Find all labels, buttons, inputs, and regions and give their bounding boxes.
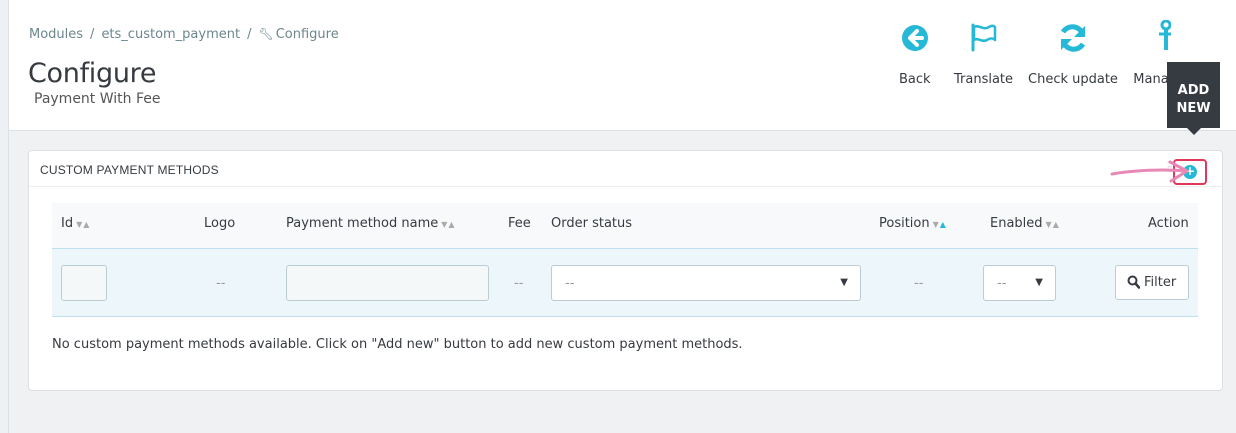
page-title: Configure (28, 58, 157, 89)
column-logo-label: Logo (204, 216, 236, 231)
column-order-status: Order status (551, 216, 632, 231)
sort-icon[interactable]: ▼▲ (76, 220, 90, 229)
column-position[interactable]: Position ▼▲ (879, 216, 947, 231)
column-order-status-label: Order status (551, 216, 633, 231)
panel-title: CUSTOM PAYMENT METHODS (40, 163, 219, 177)
sort-icon[interactable]: ▼▲ (1046, 220, 1060, 229)
id-filter-input[interactable] (61, 265, 107, 301)
circle-arrow-left-icon (899, 20, 931, 64)
chevron-down-icon: ▼ (840, 277, 848, 288)
refresh-icon (1028, 20, 1118, 64)
enabled-value: -- (997, 276, 1007, 291)
position-filter-placeholder: -- (914, 276, 924, 291)
breadcrumb-separator: / (90, 27, 95, 42)
filter-button[interactable]: Filter (1115, 265, 1189, 300)
translate-label: Translate (954, 72, 1014, 87)
empty-table-message: No custom payment methods available. Cli… (52, 337, 743, 352)
manage-hooks-label: Mana (1133, 72, 1169, 87)
back-button[interactable]: Back (899, 20, 931, 87)
column-enabled[interactable]: Enabled ▼▲ (990, 216, 1060, 231)
order-status-value: -- (565, 276, 575, 291)
enabled-select[interactable]: -- ▼ (983, 265, 1056, 301)
breadcrumb-modules[interactable]: Modules (29, 27, 83, 42)
add-new-tooltip: ADD NEW (1167, 62, 1220, 135)
translate-button[interactable]: Translate (954, 20, 1013, 87)
check-update-button[interactable]: Check update (1028, 20, 1118, 87)
wrench-icon: 🔧︎ (258, 27, 274, 41)
breadcrumb-module-name[interactable]: ets_custom_payment (101, 27, 240, 42)
column-id-label: Id (61, 216, 74, 231)
order-status-select[interactable]: -- ▼ (551, 265, 861, 301)
manage-hooks-button[interactable]: Mana (1131, 19, 1172, 87)
column-enabled-label: Enabled (990, 216, 1043, 231)
logo-filter-placeholder: -- (216, 276, 226, 291)
column-fee-label: Fee (508, 216, 531, 231)
sort-icon[interactable]: ▼▲ (441, 220, 455, 229)
table-header: Id ▼▲ Logo Payment method name ▼▲ Fee Orde… (52, 203, 1198, 248)
search-icon (1127, 275, 1141, 293)
column-action: Action (1148, 216, 1189, 231)
column-action-label: Action (1148, 216, 1189, 231)
panel-heading: CUSTOM PAYMENT METHODS ☷ + (29, 151, 1222, 187)
column-payment-method-name[interactable]: Payment method name ▼▲ (286, 216, 456, 231)
tooltip-text: ADD NEW (1176, 83, 1211, 116)
column-name-label: Payment method name (286, 216, 439, 231)
check-update-label: Check update (1028, 72, 1118, 87)
filter-row: -- -- -- ▼ -- -- ▼ Filter (52, 248, 1198, 317)
chevron-down-icon: ▼ (1035, 277, 1043, 288)
flag-icon (954, 20, 1013, 64)
name-filter-input[interactable] (286, 265, 489, 301)
column-fee: Fee (508, 216, 531, 231)
column-id[interactable]: Id ▼▲ (61, 216, 90, 231)
page-subtitle: Payment With Fee (34, 91, 161, 107)
filter-button-label: Filter (1144, 275, 1177, 290)
back-label: Back (899, 72, 931, 87)
column-logo: Logo (204, 216, 235, 231)
breadcrumb-current: Configure (275, 27, 339, 42)
breadcrumb-separator: / (247, 27, 252, 42)
anchor-icon (1131, 19, 1172, 64)
breadcrumb: Modules / ets_custom_payment / 🔧︎ Configure (29, 27, 339, 42)
annotation-arrow (1110, 160, 1189, 183)
fee-filter-placeholder: -- (514, 276, 524, 291)
sort-icon[interactable]: ▼▲ (933, 220, 947, 229)
column-position-label: Position (879, 216, 930, 231)
